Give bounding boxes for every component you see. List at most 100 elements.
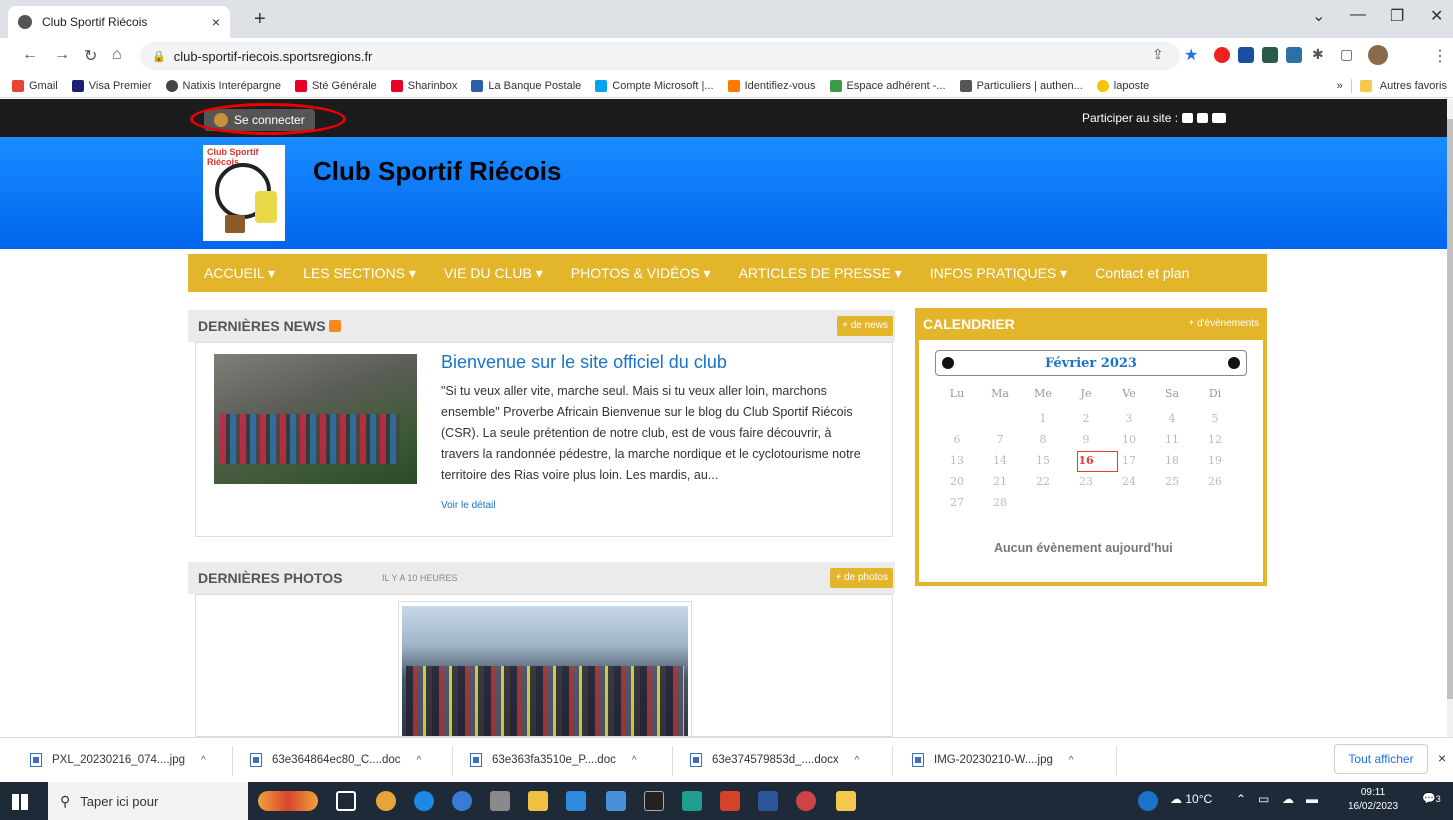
system-clock[interactable]: 09:11 16/02/2023 (1348, 786, 1398, 814)
calendar-day[interactable]: 1 (1028, 412, 1058, 425)
word-icon[interactable] (758, 791, 778, 811)
network-icon[interactable]: ▭ (1258, 792, 1269, 806)
forward-icon[interactable]: → (54, 46, 70, 64)
calendar-day[interactable]: 20 (942, 475, 972, 488)
chevron-up-icon[interactable]: ^ (855, 755, 860, 766)
mail-extension-icon[interactable] (1286, 47, 1302, 63)
battery-icon[interactable]: ▬ (1306, 792, 1318, 806)
news-detail-link[interactable]: Voir le détail (441, 500, 495, 511)
extension-icon[interactable] (1262, 47, 1278, 63)
bookmarks-more-button[interactable]: » (1337, 80, 1343, 92)
search-highlight-icon[interactable] (258, 791, 318, 811)
home-icon[interactable]: ⌂ (112, 46, 122, 64)
close-downloads-icon[interactable]: × (1438, 750, 1446, 766)
extensions-puzzle-icon[interactable]: ✱ (1312, 46, 1324, 63)
chevron-up-icon[interactable]: ^ (417, 755, 422, 766)
calendar-day[interactable]: 12 (1200, 433, 1230, 446)
calendar-day[interactable]: 17 (1114, 454, 1144, 467)
download-item[interactable]: IMG-20230210-W....jpg ^ (912, 753, 1074, 767)
calendar-day[interactable]: 18 (1157, 454, 1187, 467)
calendar-day[interactable]: 22 (1028, 475, 1058, 488)
new-tab-button[interactable]: + (254, 8, 266, 31)
calendar-day[interactable]: 3 (1114, 412, 1144, 425)
nav-contact[interactable]: Contact et plan (1095, 265, 1189, 281)
edge-icon[interactable] (414, 791, 434, 811)
url-field[interactable]: 🔒 club-sportif-riecois.sportsregions.fr (140, 42, 1180, 70)
app-icon[interactable] (720, 791, 740, 811)
windows-start-icon[interactable] (12, 794, 28, 810)
calendar-day[interactable]: 4 (1157, 412, 1187, 425)
task-view-icon[interactable] (336, 791, 356, 811)
opera-extension-icon[interactable] (1214, 47, 1230, 63)
terminal-icon[interactable] (644, 791, 664, 811)
close-tab-icon[interactable]: × (212, 14, 220, 30)
scrollbar-thumb[interactable] (1447, 119, 1453, 699)
restore-icon[interactable]: ❐ (1390, 6, 1404, 26)
chrome-icon[interactable] (376, 791, 396, 811)
tab-search-icon[interactable]: ⌄ (1312, 6, 1325, 26)
rss-icon[interactable] (328, 320, 341, 332)
download-item[interactable]: 63e363fa3510e_P....doc ^ (470, 753, 637, 767)
share-icon[interactable]: ⇪ (1152, 46, 1164, 63)
calendar-day[interactable]: 14 (985, 454, 1015, 467)
calendar-day[interactable]: 28 (985, 496, 1015, 509)
bookmark-item[interactable]: Espace adhérent -... (829, 79, 946, 92)
notifications-icon[interactable]: 💬3 (1422, 792, 1441, 805)
camera-icon[interactable] (1197, 113, 1209, 123)
download-item[interactable]: 63e364864ec80_C....doc ^ (250, 753, 421, 767)
minimize-icon[interactable]: — (1350, 6, 1366, 24)
bookmark-item[interactable]: La Banque Postale (471, 79, 581, 92)
latest-photo[interactable] (402, 606, 688, 736)
file-explorer-icon[interactable] (528, 791, 548, 811)
calendar-day[interactable]: 5 (1200, 412, 1230, 425)
weather-widget[interactable]: ☁ 10°C (1170, 792, 1212, 806)
extension-icon[interactable] (1238, 47, 1254, 63)
bookmark-star-icon[interactable]: ★ (1184, 45, 1198, 65)
calendar-day[interactable]: 13 (942, 454, 972, 467)
side-panel-icon[interactable]: ▢ (1340, 46, 1353, 63)
nav-infos-pratiques[interactable]: INFOS PRATIQUES ▾ (930, 265, 1067, 282)
reload-icon[interactable]: ↻ (84, 46, 97, 66)
video-icon[interactable] (1212, 113, 1227, 123)
calendar-day[interactable]: 10 (1114, 433, 1144, 446)
show-all-downloads-button[interactable]: Tout afficher (1334, 744, 1428, 774)
nav-articles-presse[interactable]: ARTICLES DE PRESSE ▾ (739, 265, 902, 282)
news-image[interactable] (214, 354, 417, 484)
bookmark-item[interactable]: Natixis Interépargne (165, 79, 281, 92)
onedrive-icon[interactable]: ☁ (1282, 792, 1294, 806)
calendar-day[interactable]: 23 (1071, 475, 1101, 488)
close-window-icon[interactable]: ✕ (1430, 6, 1443, 26)
calendar-day[interactable]: 11 (1157, 433, 1187, 446)
app-icon[interactable] (796, 791, 816, 811)
bookmark-item[interactable]: Identifiez-vous (727, 79, 816, 92)
calendar-day[interactable]: 25 (1157, 475, 1187, 488)
page-scrollbar[interactable] (1447, 99, 1453, 737)
nav-vie-du-club[interactable]: VIE DU CLUB ▾ (444, 265, 543, 282)
calendar-day[interactable]: 6 (942, 433, 972, 446)
bookmark-item[interactable]: Compte Microsoft |... (595, 79, 714, 92)
more-events-link[interactable]: + d'évènements (1188, 318, 1259, 329)
chevron-up-icon[interactable]: ^ (1069, 755, 1074, 766)
nav-sections[interactable]: LES SECTIONS ▾ (303, 265, 416, 282)
calendar-day[interactable]: 24 (1114, 475, 1144, 488)
calendar-day[interactable]: 26 (1200, 475, 1230, 488)
nav-accueil[interactable]: ACCUEIL ▾ (204, 265, 275, 282)
app-icon[interactable] (452, 791, 472, 811)
chevron-up-icon[interactable]: ^ (632, 755, 637, 766)
help-icon[interactable] (1138, 791, 1158, 811)
download-item[interactable]: 63e374579853d_....docx ^ (690, 753, 859, 767)
calculator-icon[interactable] (490, 791, 510, 811)
calendar-day[interactable]: 27 (942, 496, 972, 509)
club-logo[interactable]: Club Sportif Riécois (203, 145, 285, 241)
edit-icon[interactable] (1182, 113, 1194, 123)
calendar-day[interactable]: 2 (1071, 412, 1101, 425)
calendar-day[interactable]: 21 (985, 475, 1015, 488)
profile-avatar[interactable] (1368, 45, 1388, 65)
calendar-day[interactable]: 7 (985, 433, 1015, 446)
taskbar-search[interactable]: ⚲ Taper ici pour (48, 782, 248, 820)
back-icon[interactable]: ← (22, 46, 38, 64)
bookmark-item[interactable]: Sharinbox (390, 79, 457, 92)
calendar-day[interactable]: 15 (1028, 454, 1058, 467)
news-article-title[interactable]: Bienvenue sur le site officiel du club (441, 352, 727, 373)
nav-photos-videos[interactable]: PHOTOS & VIDÉOS ▾ (571, 265, 711, 282)
